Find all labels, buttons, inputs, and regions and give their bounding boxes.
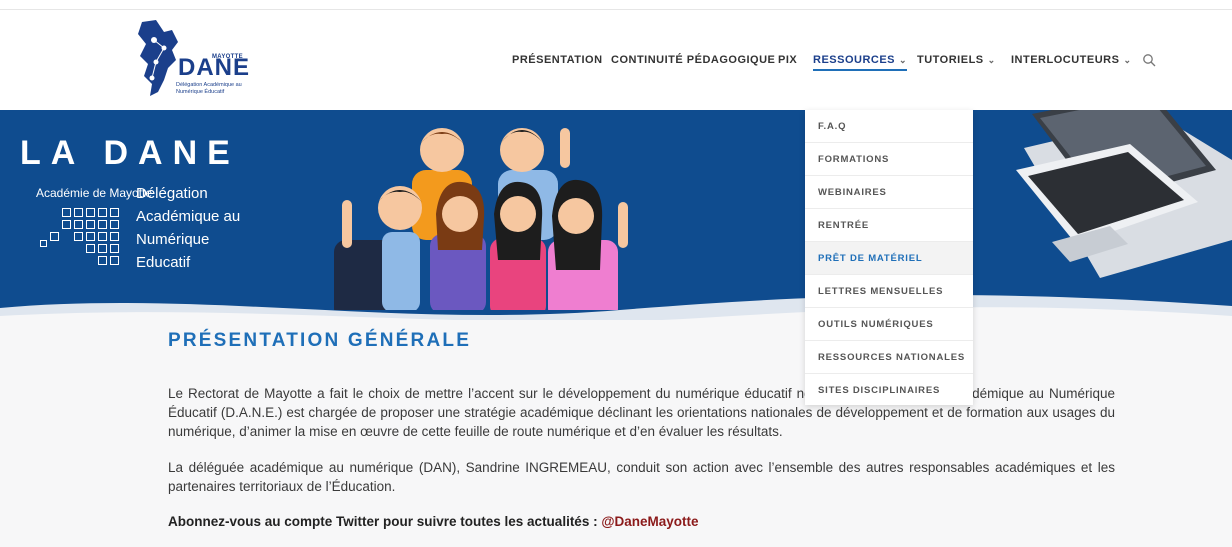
dropdown-item-lettres-mensuelles[interactable]: LETTRES MENSUELLES	[805, 275, 973, 308]
nav-label: PRÉSENTATION	[512, 54, 603, 66]
nav-continuite-pedagogique[interactable]: CONTINUITÉ PÉDAGOGIQUE	[611, 54, 775, 66]
students-illustration	[322, 110, 642, 320]
chevron-down-icon: ⌄	[1123, 54, 1132, 65]
dropdown-item-pret-de-materiel[interactable]: PRÊT DE MATÉRIEL	[805, 242, 973, 275]
banner-word: Délégation	[136, 185, 208, 202]
chevron-down-icon: ⌄	[899, 54, 908, 65]
twitter-paragraph: Abonnez-vous au compte Twitter pour suiv…	[168, 512, 1115, 531]
top-strip	[0, 0, 1232, 10]
twitter-link[interactable]: @DaneMayotte	[601, 514, 698, 529]
chevron-down-icon: ⌄	[987, 54, 996, 65]
section-title: PRÉSENTATION GÉNÉRALE	[168, 330, 472, 351]
twitter-text: Abonnez-vous au compte Twitter pour suiv…	[168, 514, 602, 529]
dropdown-item-ressources-nationales[interactable]: RESSOURCES NATIONALES	[805, 341, 973, 374]
banner-academie: Académie de Mayotte	[36, 186, 153, 200]
banner-title: LA DANE	[20, 134, 240, 172]
site-header: MAYOTTE DANE Délégation Académique au Nu…	[0, 10, 1232, 110]
nav-label: TUTORIELS	[917, 54, 984, 66]
nav-label: CONTINUITÉ PÉDAGOGIQUE	[611, 54, 776, 66]
nav-label: RESSOURCES	[813, 54, 896, 66]
banner-word: Académique au	[136, 208, 241, 225]
banner-words: Délégation Académique au Numérique Educa…	[136, 182, 240, 274]
nav-tutoriels[interactable]: TUTORIELS ⌄	[917, 54, 996, 66]
dropdown-item-sites-disciplinaires[interactable]: SITES DISCIPLINAIRES	[805, 374, 973, 407]
dropdown-item-faq[interactable]: F.A.Q	[805, 110, 973, 143]
logo-subtitle: Délégation Académique au Numérique Éduca…	[176, 82, 242, 95]
main-nav: PRÉSENTATION CONTINUITÉ PÉDAGOGIQUE PIX …	[0, 54, 1232, 71]
dan-paragraph: La déléguée académique au numérique (DAN…	[168, 460, 1115, 494]
dropdown-item-webinaires[interactable]: WEBINAIRES	[805, 176, 973, 209]
dropdown-item-rentree[interactable]: RENTRÉE	[805, 209, 973, 242]
dropdown-item-outils-numeriques[interactable]: OUTILS NUMÉRIQUES	[805, 308, 973, 341]
nav-ressources[interactable]: RESSOURCES ⌄	[813, 54, 908, 71]
nav-interlocuteurs[interactable]: INTERLOCUTEURS ⌄	[1011, 54, 1132, 66]
search-icon[interactable]	[1142, 53, 1156, 67]
dropdown-item-formations[interactable]: FORMATIONS	[805, 143, 973, 176]
nav-pix[interactable]: PIX	[778, 54, 797, 66]
ressources-dropdown: F.A.Q FORMATIONS WEBINAIRES RENTRÉE PRÊT…	[805, 110, 973, 405]
nav-label: PIX	[778, 54, 798, 66]
banner-word: Numérique	[136, 231, 210, 248]
laptop-illustration	[980, 90, 1232, 310]
nav-label: INTERLOCUTEURS	[1011, 54, 1120, 66]
nav-presentation[interactable]: PRÉSENTATION	[512, 54, 603, 66]
